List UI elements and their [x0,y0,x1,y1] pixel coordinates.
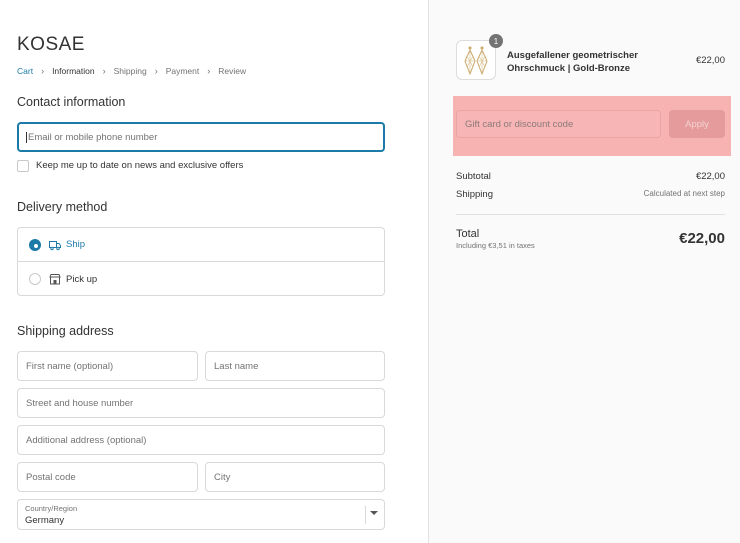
breadcrumb-review: Review [218,66,247,76]
email-field[interactable]: Email or mobile phone number [17,122,385,152]
subtotal-label: Subtotal [456,171,491,182]
delivery-option-pickup[interactable]: Pick up [18,262,384,296]
newsletter-checkbox[interactable] [17,160,29,172]
subtotal-value: €22,00 [695,171,725,182]
product-name: Ausgefallener geometrischer Ohrschmuck |… [507,50,638,74]
email-placeholder: Email or mobile phone number [28,131,158,143]
truck-icon [49,239,61,251]
pickup-label: Pick up [66,273,98,285]
order-summary-panel [428,0,740,543]
apply-button[interactable]: Apply [669,110,725,138]
additional-address-placeholder: Additional address (optional) [26,434,147,446]
additional-address-field[interactable]: Additional address (optional) [17,425,385,455]
store-logo[interactable]: KOSAE [17,34,85,56]
shipping-value: Calculated at next step [643,189,725,198]
earring-image [464,46,488,76]
breadcrumb-cart[interactable]: Cart [17,66,33,76]
ship-label: Ship [66,239,86,250]
discount-code-field[interactable]: Gift card or discount code [456,110,661,138]
product-thumbnail [456,40,496,80]
shipping-label: Shipping [456,189,493,200]
product-price: €22,00 [695,55,725,66]
breadcrumb-information: Information [52,66,95,76]
total-label: Total [456,228,480,240]
shipping-address-title: Shipping address [17,324,114,338]
first-name-placeholder: First name (optional) [26,360,114,372]
last-name-placeholder: Last name [214,360,259,372]
country-label: Country/Region [25,504,78,513]
quantity-badge: 1 [489,34,503,48]
chevron-right-icon: › [41,66,45,76]
first-name-field[interactable]: First name (optional) [17,351,198,381]
postal-code-placeholder: Postal code [26,471,76,483]
store-icon [49,273,61,285]
chevron-right-icon: › [207,66,211,76]
pickup-radio[interactable] [29,273,41,285]
chevron-right-icon: › [102,66,106,76]
chevron-down-icon[interactable] [370,511,378,515]
last-name-field[interactable]: Last name [205,351,385,381]
chevron-right-icon: › [154,66,158,76]
total-value: €22,00 [679,230,725,247]
text-caret [26,131,27,143]
street-placeholder: Street and house number [26,397,134,409]
breadcrumb-payment: Payment [165,66,200,76]
delivery-option-ship[interactable]: Ship [18,228,384,262]
newsletter-label[interactable]: Keep me up to date on news and exclusive… [36,160,243,171]
discount-placeholder: Gift card or discount code [465,118,574,130]
delivery-section-title: Delivery method [17,200,108,214]
street-field[interactable]: Street and house number [17,388,385,418]
postal-code-field[interactable]: Postal code [17,462,198,492]
delivery-method-group: Ship Pick up [17,227,385,296]
ship-radio[interactable] [29,238,41,251]
breadcrumb: Cart › Information › Shipping › Payment … [17,66,246,76]
city-field[interactable]: City [205,462,385,492]
subtotal-row: Subtotal €22,00 [456,171,725,182]
city-placeholder: City [214,471,231,483]
shipping-row: Shipping Calculated at next step [456,189,725,200]
summary-divider [456,214,725,215]
select-divider [365,506,366,524]
country-value: Germany [25,515,65,526]
contact-section-title: Contact information [17,95,126,109]
breadcrumb-shipping: Shipping [113,66,147,76]
tax-note: Including €3,51 in taxes [456,241,535,250]
